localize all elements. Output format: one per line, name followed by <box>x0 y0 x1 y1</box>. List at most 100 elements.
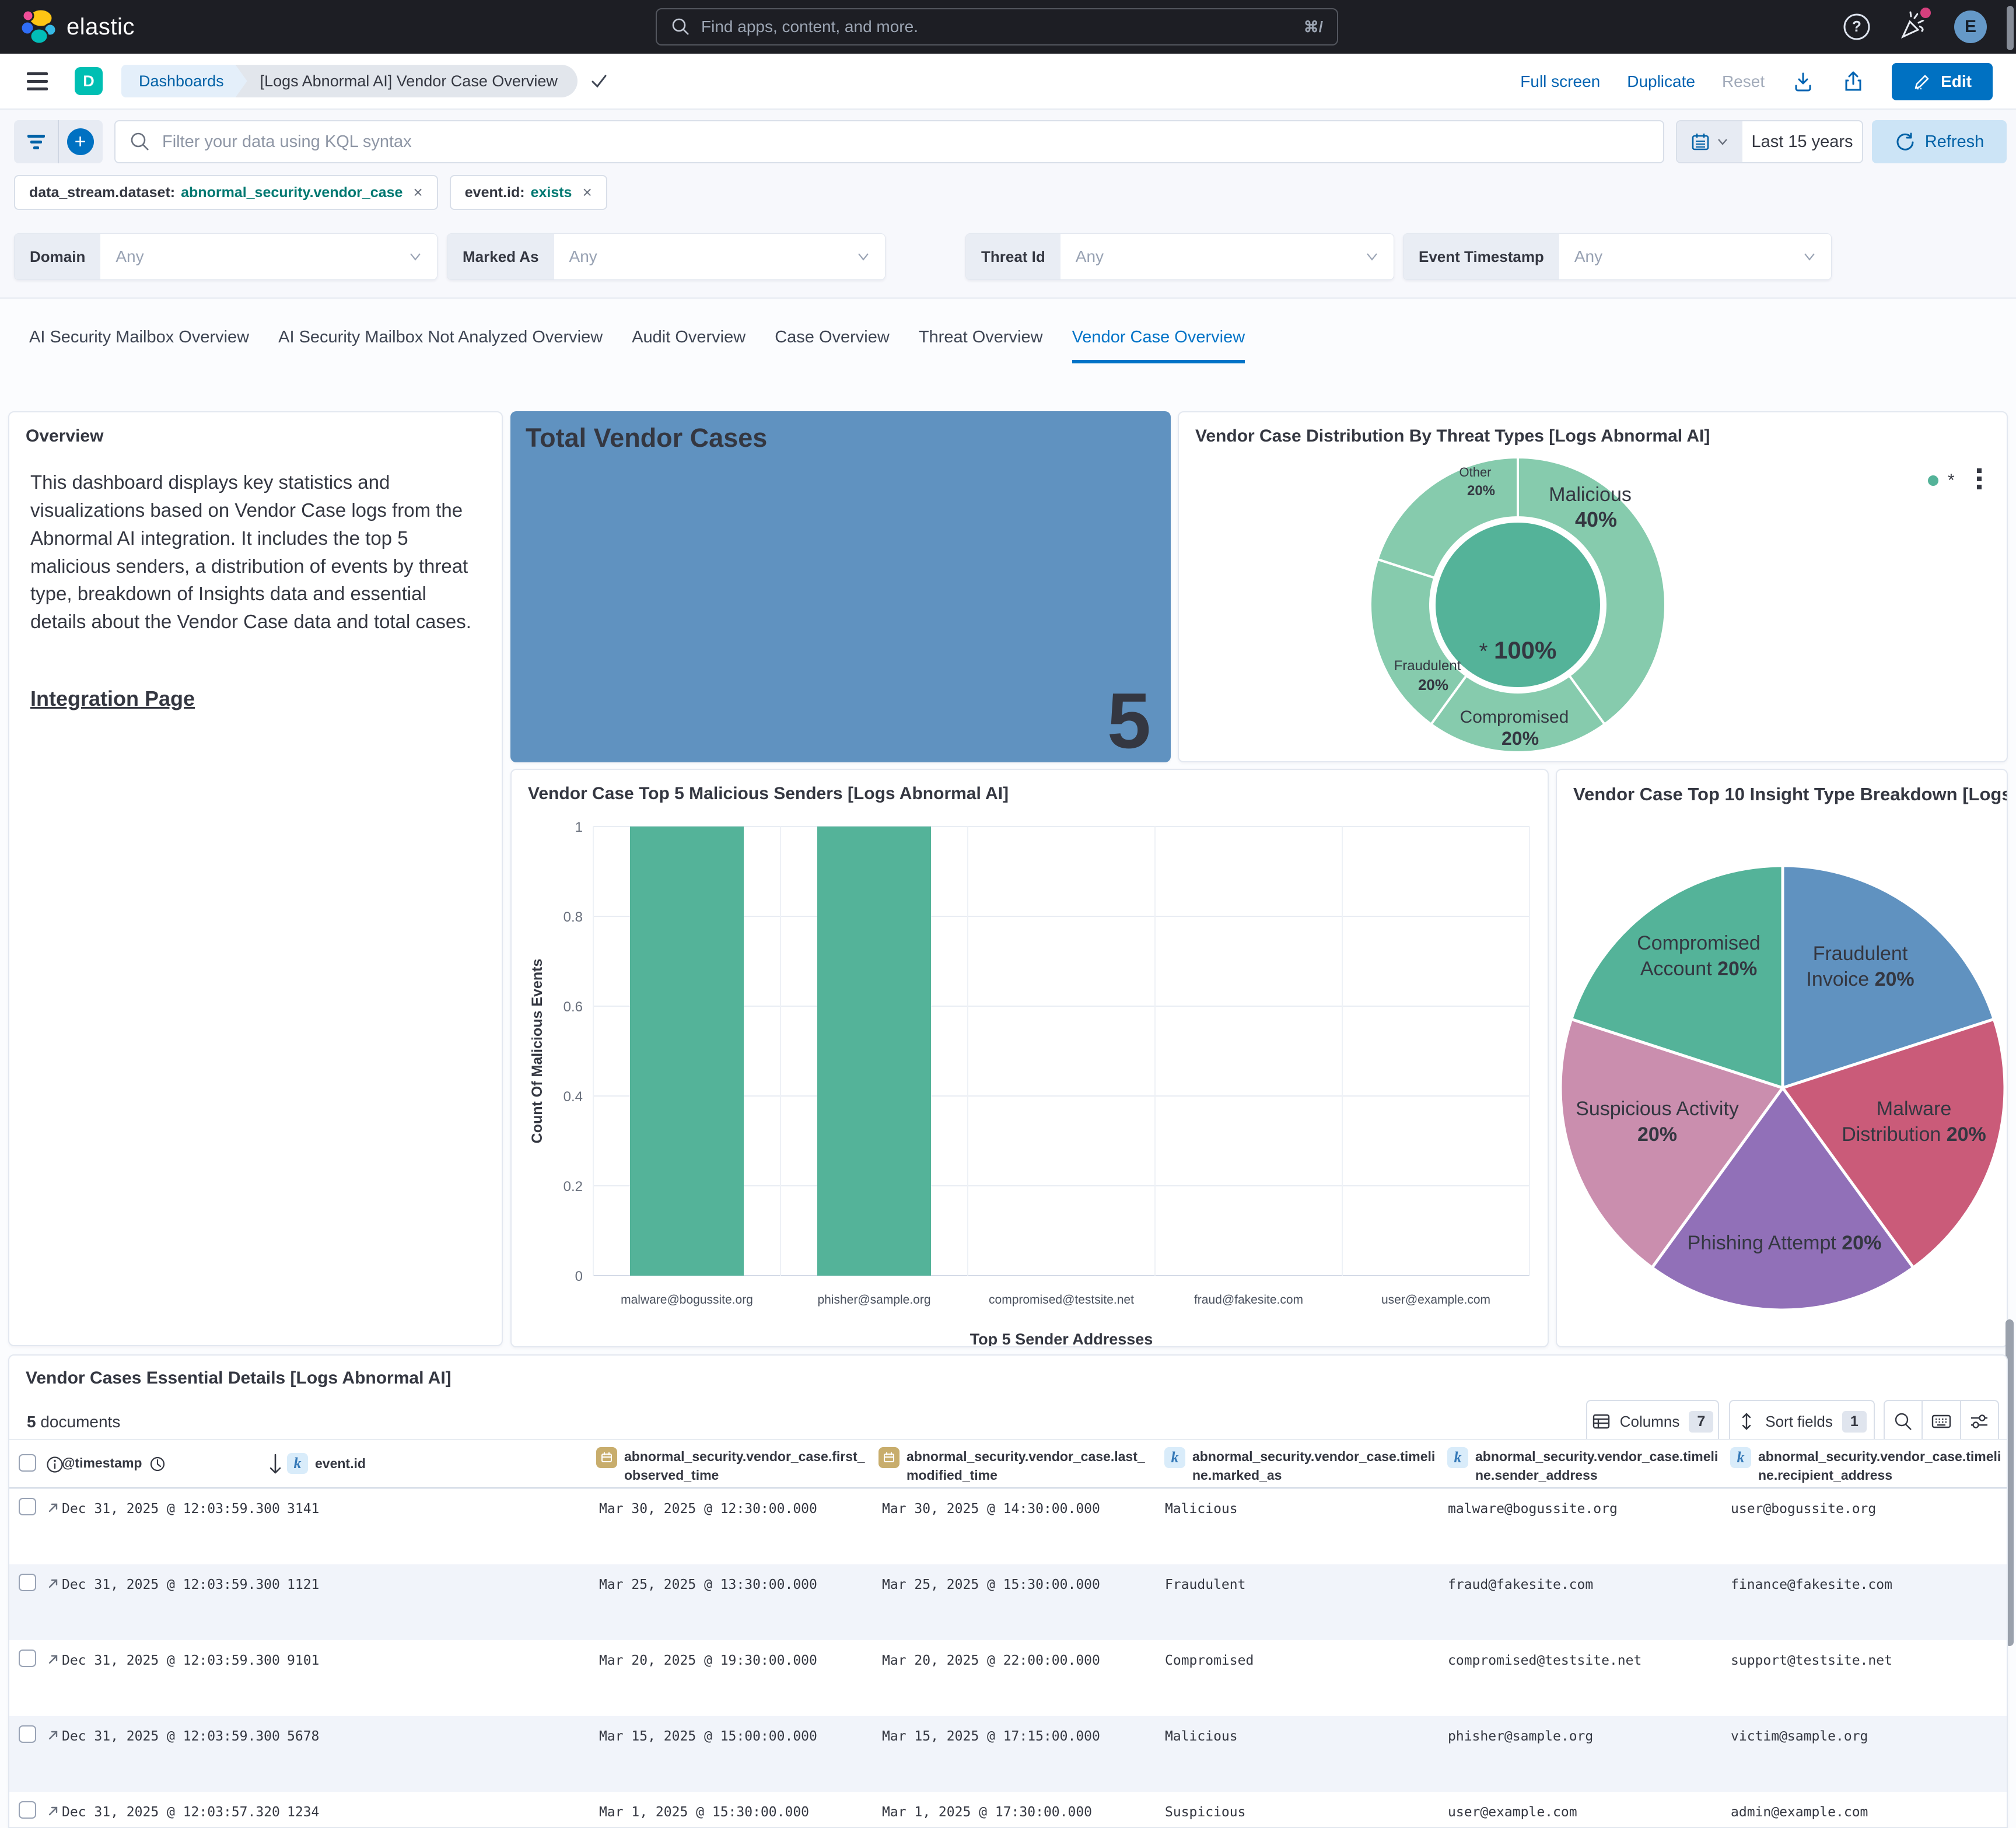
expand-row-icon[interactable] <box>46 1576 61 1591</box>
cell-recipient: victim@sample.org <box>1731 1729 1868 1744</box>
column-header-last-modified-time[interactable]: abnormal_security.vendor_case.last_modif… <box>878 1447 1152 1484</box>
row-checkbox[interactable] <box>19 1650 36 1667</box>
user-avatar[interactable]: E <box>1954 10 1987 43</box>
filter-pill-dataset[interactable]: data_stream.dataset: abnormal_security.v… <box>14 175 438 210</box>
column-header-marked-as[interactable]: k abnormal_security.vendor_case.timeline… <box>1164 1447 1437 1484</box>
svg-text:0.6: 0.6 <box>564 999 583 1015</box>
tab-case-overview[interactable]: Case Overview <box>775 328 890 363</box>
cell-marked-as: Malicious <box>1165 1501 1238 1517</box>
help-icon[interactable]: ? <box>1842 12 1871 41</box>
space-badge[interactable]: D <box>75 67 103 95</box>
tab-audit-overview[interactable]: Audit Overview <box>632 328 746 363</box>
tab-threat-overview[interactable]: Threat Overview <box>919 328 1043 363</box>
threat-type-donut-chart[interactable]: Malicious40%Compromised20%Fraudulent20%O… <box>1179 412 2007 761</box>
table-row[interactable]: Dec 31, 2025 @ 12:03:59.300 3141 Mar 30,… <box>9 1489 2007 1564</box>
svg-text:?: ? <box>1852 17 1861 35</box>
check-icon[interactable] <box>589 71 609 91</box>
svg-text:Fraudulent: Fraudulent <box>1394 658 1461 674</box>
cell-last-modified: Mar 30, 2025 @ 14:30:00.000 <box>882 1501 1100 1517</box>
legend-label: * <box>1948 471 1955 491</box>
filter-field: event.id: <box>465 184 525 201</box>
expand-row-icon[interactable] <box>46 1500 61 1515</box>
tab-vendor-case-overview[interactable]: Vendor Case Overview <box>1072 328 1245 363</box>
integration-page-link[interactable]: Integration Page <box>30 687 195 711</box>
metric-title: Total Vendor Cases <box>526 423 767 453</box>
select-all-checkbox[interactable] <box>19 1454 36 1472</box>
add-filter-button[interactable]: + <box>58 120 102 163</box>
overview-panel-body: This dashboard displays key statistics a… <box>30 468 483 636</box>
share-icon[interactable] <box>1842 70 1865 93</box>
row-checkbox[interactable] <box>19 1725 36 1743</box>
svg-text:20%: 20% <box>1467 483 1495 499</box>
panel-options-icon[interactable] <box>1977 468 1982 489</box>
filter-pill-eventid[interactable]: event.id: exists × <box>450 175 607 210</box>
elastic-logo[interactable]: elastic <box>20 8 135 45</box>
expand-row-icon[interactable] <box>46 1728 61 1743</box>
table-row[interactable]: Dec 31, 2025 @ 12:03:59.300 9101 Mar 20,… <box>9 1640 2007 1716</box>
date-field-icon <box>596 1447 617 1468</box>
remove-filter-icon[interactable]: × <box>413 183 422 202</box>
calendar-dropdown[interactable] <box>1677 121 1742 162</box>
edit-button[interactable]: Edit <box>1892 63 1993 100</box>
time-range-picker[interactable]: Last 15 years <box>1676 120 1863 163</box>
overview-panel: Overview This dashboard displays key sta… <box>8 411 503 1346</box>
sort-descending-icon[interactable] <box>268 1453 282 1476</box>
column-header-event-id[interactable]: k event.id <box>287 1453 366 1474</box>
global-search-input[interactable]: Find apps, content, and more. ⌘/ <box>656 8 1338 45</box>
essential-details-table-panel: Vendor Cases Essential Details [Logs Abn… <box>8 1354 2008 1828</box>
row-checkbox[interactable] <box>19 1574 36 1591</box>
cell-marked-as: Fraudulent <box>1165 1577 1245 1592</box>
display-options-button[interactable] <box>1960 1401 1998 1442</box>
metric-panel: Total Vendor Cases 5 <box>510 411 1171 762</box>
time-range-value[interactable]: Last 15 years <box>1742 121 1862 162</box>
table-row[interactable]: Dec 31, 2025 @ 12:03:59.300 1121 Mar 25,… <box>9 1564 2007 1640</box>
control-marked-as[interactable]: Marked As Any <box>447 233 886 280</box>
dashboard-header-bar: D Dashboards [Logs Abnormal AI] Vendor C… <box>0 54 2016 110</box>
search-in-table-button[interactable] <box>1885 1401 1922 1442</box>
row-checkbox[interactable] <box>19 1498 36 1515</box>
kql-search-input[interactable]: Filter your data using KQL syntax <box>114 120 1664 163</box>
menu-icon[interactable] <box>27 72 48 90</box>
columns-button[interactable]: Columns 7 <box>1586 1400 1719 1443</box>
download-icon[interactable] <box>1791 70 1815 93</box>
column-header-sender-address[interactable]: k abnormal_security.vendor_case.timeline… <box>1447 1447 1720 1484</box>
control-domain[interactable]: Domain Any <box>14 233 438 280</box>
breadcrumb-current[interactable]: [Logs Abnormal AI] Vendor Case Overview <box>235 65 578 97</box>
column-header-timestamp[interactable]: @timestamp <box>62 1455 166 1473</box>
overview-panel-title: Overview <box>26 426 103 446</box>
legend-swatch <box>1928 475 1938 486</box>
remove-filter-icon[interactable]: × <box>582 183 592 202</box>
news-feed-icon[interactable] <box>1897 11 1929 43</box>
filter-menu-icon[interactable] <box>14 120 58 163</box>
table-panel-title: Vendor Cases Essential Details [Logs Abn… <box>26 1368 452 1388</box>
donut-legend[interactable]: * <box>1928 471 1955 491</box>
expand-row-icon[interactable] <box>46 1804 61 1819</box>
filter-field: data_stream.dataset: <box>29 184 175 201</box>
keyboard-shortcuts-button[interactable] <box>1922 1401 1959 1442</box>
column-header-first-observed-time[interactable]: abnormal_security.vendor_case.first_obse… <box>596 1447 869 1484</box>
svg-text:compromised@testsite.net: compromised@testsite.net <box>989 1293 1134 1307</box>
malicious-senders-bar-chart[interactable]: 00.20.40.60.81malware@bogussite.orgphish… <box>512 770 1548 1346</box>
breadcrumb-dashboards[interactable]: Dashboards <box>121 65 247 97</box>
control-threat-id[interactable]: Threat Id Any <box>965 233 1394 280</box>
refresh-button[interactable]: Refresh <box>1872 120 2007 163</box>
reset-button[interactable]: Reset <box>1722 72 1765 91</box>
table-row[interactable]: Dec 31, 2025 @ 12:03:59.300 5678 Mar 15,… <box>9 1716 2007 1792</box>
cell-marked-as: Suspicious <box>1165 1805 1245 1820</box>
column-header-recipient-address[interactable]: k abnormal_security.vendor_case.timeline… <box>1730 1447 2003 1484</box>
insight-type-pie-chart[interactable]: FraudulentInvoice 20%MalwareDistribution… <box>1557 770 2007 1346</box>
window-scrollbar-thumb[interactable] <box>2007 6 2014 50</box>
svg-text:Malware: Malware <box>1877 1098 1951 1120</box>
full-screen-button[interactable]: Full screen <box>1520 72 1600 91</box>
tab-ai-security-mailbox-not-analyzed-overview[interactable]: AI Security Mailbox Not Analyzed Overvie… <box>278 328 603 363</box>
table-row[interactable]: Dec 31, 2025 @ 12:03:57.320 1234 Mar 1, … <box>9 1792 2007 1828</box>
duplicate-button[interactable]: Duplicate <box>1627 72 1695 91</box>
sort-fields-button-label: Sort fields <box>1765 1413 1833 1431</box>
control-event-timestamp[interactable]: Event Timestamp Any <box>1403 233 1832 280</box>
document-count: 5 documents <box>27 1413 120 1431</box>
expand-row-icon[interactable] <box>46 1652 61 1667</box>
keyword-field-icon: k <box>287 1453 308 1474</box>
tab-ai-security-mailbox-overview[interactable]: AI Security Mailbox Overview <box>29 328 249 363</box>
sort-fields-button[interactable]: Sort fields 1 <box>1729 1400 1875 1443</box>
cell-timestamp: Dec 31, 2025 @ 12:03:59.300 <box>62 1577 280 1592</box>
